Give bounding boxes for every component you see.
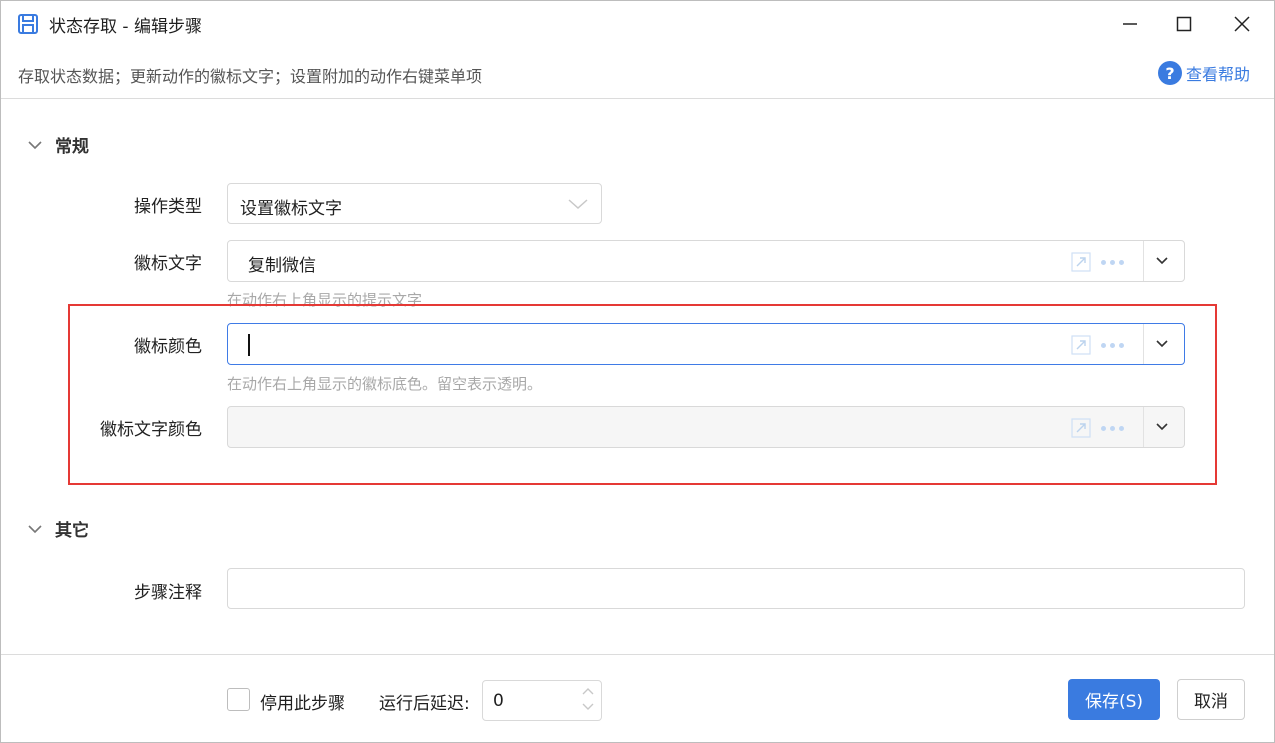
combo-divider bbox=[1143, 407, 1144, 447]
help-link[interactable]: ? 查看帮助 bbox=[1158, 61, 1250, 85]
chevron-down-icon[interactable] bbox=[1154, 419, 1170, 435]
more-icon[interactable] bbox=[1101, 342, 1124, 348]
chevron-down-icon[interactable] bbox=[1154, 253, 1170, 269]
minimize-icon bbox=[1123, 23, 1137, 25]
close-icon bbox=[1234, 16, 1250, 32]
chevron-down-icon bbox=[28, 140, 42, 149]
badge-text-hint: 在动作右上角显示的提示文字 bbox=[227, 291, 423, 309]
badge-text-color-tools bbox=[1071, 418, 1124, 438]
text-caret bbox=[248, 334, 250, 356]
expand-icon[interactable] bbox=[1071, 252, 1091, 272]
badge-text-input[interactable]: 复制微信 bbox=[227, 240, 1185, 282]
section-other-title: 其它 bbox=[55, 521, 89, 541]
chevron-down-icon bbox=[28, 524, 42, 533]
op-type-label: 操作类型 bbox=[134, 197, 202, 217]
step-note-input[interactable] bbox=[227, 568, 1245, 609]
badge-color-tools bbox=[1071, 335, 1124, 355]
delay-spin-buttons[interactable] bbox=[581, 687, 595, 711]
window-title: 状态存取 - 编辑步骤 bbox=[49, 17, 202, 37]
help-label: 查看帮助 bbox=[1186, 65, 1251, 84]
section-general-header[interactable]: 常规 bbox=[27, 132, 89, 157]
badge-color-hint: 在动作右上角显示的徽标底色。留空表示透明。 bbox=[227, 375, 543, 393]
save-icon bbox=[18, 14, 38, 34]
chevron-down-icon[interactable] bbox=[581, 702, 595, 711]
badge-text-tools bbox=[1071, 252, 1124, 272]
badge-text-value: 复制微信 bbox=[248, 256, 316, 276]
disable-step-checkbox[interactable] bbox=[227, 688, 250, 711]
disable-step-label[interactable]: 停用此步骤 bbox=[260, 689, 345, 714]
op-type-value: 设置徽标文字 bbox=[240, 199, 342, 219]
more-icon[interactable] bbox=[1101, 425, 1124, 431]
question-icon: ? bbox=[1158, 61, 1182, 85]
cancel-button[interactable]: 取消 bbox=[1177, 679, 1245, 720]
maximize-icon bbox=[1176, 16, 1192, 32]
maximize-button[interactable] bbox=[1157, 1, 1211, 47]
delay-stepper[interactable]: 0 bbox=[482, 680, 602, 721]
expand-icon[interactable] bbox=[1071, 418, 1091, 438]
title-bar: 状态存取 - 编辑步骤 bbox=[1, 1, 1274, 47]
dialog-footer: 停用此步骤 运行后延迟: 0 保存(S) 取消 bbox=[1, 654, 1274, 742]
badge-text-color-label: 徽标文字颜色 bbox=[100, 420, 202, 440]
chevron-down-icon bbox=[568, 199, 588, 210]
edit-step-dialog: 状态存取 - 编辑步骤 存取状态数据；更新动作的徽标文字；设置附加的动作右键菜单… bbox=[0, 0, 1275, 743]
section-other-header[interactable]: 其它 bbox=[27, 516, 89, 541]
op-type-select[interactable]: 设置徽标文字 bbox=[227, 183, 602, 224]
more-icon[interactable] bbox=[1101, 259, 1124, 265]
chevron-down-icon[interactable] bbox=[1154, 336, 1170, 352]
delay-value: 0 bbox=[493, 691, 504, 711]
save-button[interactable]: 保存(S) bbox=[1068, 679, 1160, 720]
badge-text-color-input[interactable] bbox=[227, 406, 1185, 448]
minimize-button[interactable] bbox=[1103, 1, 1157, 47]
badge-text-label: 徽标文字 bbox=[134, 254, 202, 274]
dialog-description: 存取状态数据；更新动作的徽标文字；设置附加的动作右键菜单项 bbox=[18, 67, 483, 86]
badge-color-label: 徽标颜色 bbox=[134, 337, 202, 357]
description-bar: 存取状态数据；更新动作的徽标文字；设置附加的动作右键菜单项 ? 查看帮助 bbox=[1, 47, 1274, 99]
combo-divider bbox=[1143, 241, 1144, 281]
expand-icon[interactable] bbox=[1071, 335, 1091, 355]
delay-label: 运行后延迟: bbox=[379, 694, 470, 714]
section-general-title: 常规 bbox=[55, 137, 89, 157]
close-button[interactable] bbox=[1215, 1, 1269, 47]
combo-divider bbox=[1143, 324, 1144, 364]
step-note-label: 步骤注释 bbox=[134, 583, 202, 603]
chevron-up-icon[interactable] bbox=[581, 687, 595, 696]
badge-color-input[interactable] bbox=[227, 323, 1185, 365]
